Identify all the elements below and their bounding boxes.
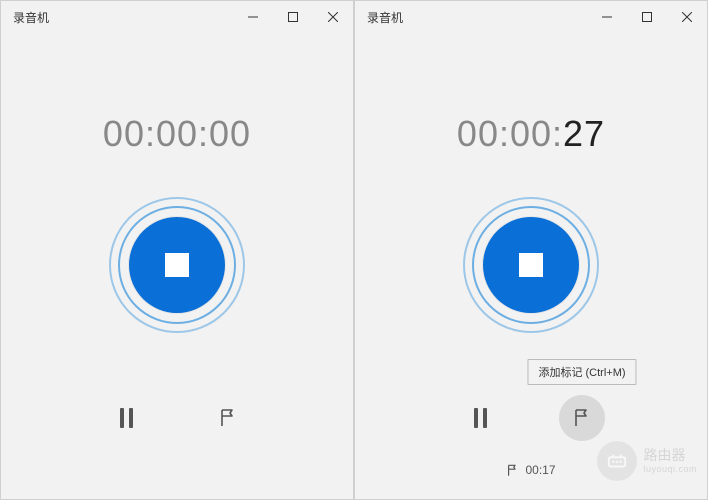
timer-active-part: 27 xyxy=(563,113,605,154)
minimize-button[interactable] xyxy=(587,1,627,33)
close-button[interactable] xyxy=(667,1,707,33)
flag-icon xyxy=(572,408,592,428)
marker-time: 00:17 xyxy=(525,463,555,477)
add-marker-button[interactable] xyxy=(205,395,251,441)
watermark-line1: 路由器 xyxy=(643,447,697,464)
recorder-window-recording: 录音机 00:00:27 xyxy=(354,0,708,500)
minimize-icon xyxy=(248,12,258,22)
stop-icon xyxy=(519,253,543,277)
content-area: 00:00:27 添加标记 (Ctrl+M) 00:1 xyxy=(355,33,707,499)
flag-icon xyxy=(218,408,238,428)
pause-button[interactable] xyxy=(103,395,149,441)
marker-entry: 00:17 xyxy=(506,463,555,477)
app-title: 录音机 xyxy=(13,9,49,26)
content-area: 00:00:00 xyxy=(1,33,353,499)
tooltip: 添加标记 (Ctrl+M) xyxy=(527,359,636,385)
window-controls xyxy=(233,1,353,33)
timer-display: 00:00:00 xyxy=(103,113,251,155)
watermark: 路由器 luyouqi.com xyxy=(597,441,697,481)
flag-icon xyxy=(506,464,519,477)
stop-icon xyxy=(165,253,189,277)
recorder-window-idle: 录音机 00:00:00 xyxy=(0,0,354,500)
stop-record-button[interactable] xyxy=(483,217,579,313)
watermark-icon xyxy=(597,441,637,481)
timer-inactive-part: 00:00: xyxy=(457,113,563,154)
maximize-icon xyxy=(642,12,652,22)
window-controls xyxy=(587,1,707,33)
watermark-text: 路由器 luyouqi.com xyxy=(643,447,697,475)
stop-record-button[interactable] xyxy=(129,217,225,313)
titlebar: 录音机 xyxy=(1,1,353,33)
timer-inactive-part: 00:00:00 xyxy=(103,113,251,154)
maximize-icon xyxy=(288,12,298,22)
minimize-icon xyxy=(602,12,612,22)
close-icon xyxy=(328,12,338,22)
timer-display: 00:00:27 xyxy=(457,113,605,155)
bottom-controls xyxy=(103,395,251,441)
bottom-controls: 添加标记 (Ctrl+M) xyxy=(457,395,605,441)
maximize-button[interactable] xyxy=(273,1,313,33)
watermark-line2: luyouqi.com xyxy=(643,464,697,475)
titlebar: 录音机 xyxy=(355,1,707,33)
pause-icon xyxy=(474,408,487,428)
close-button[interactable] xyxy=(313,1,353,33)
minimize-button[interactable] xyxy=(233,1,273,33)
app-title: 录音机 xyxy=(367,9,403,26)
record-area xyxy=(107,195,247,335)
record-area xyxy=(461,195,601,335)
maximize-button[interactable] xyxy=(627,1,667,33)
pause-button[interactable] xyxy=(457,395,503,441)
close-icon xyxy=(682,12,692,22)
add-marker-button[interactable]: 添加标记 (Ctrl+M) xyxy=(559,395,605,441)
pause-icon xyxy=(120,408,133,428)
